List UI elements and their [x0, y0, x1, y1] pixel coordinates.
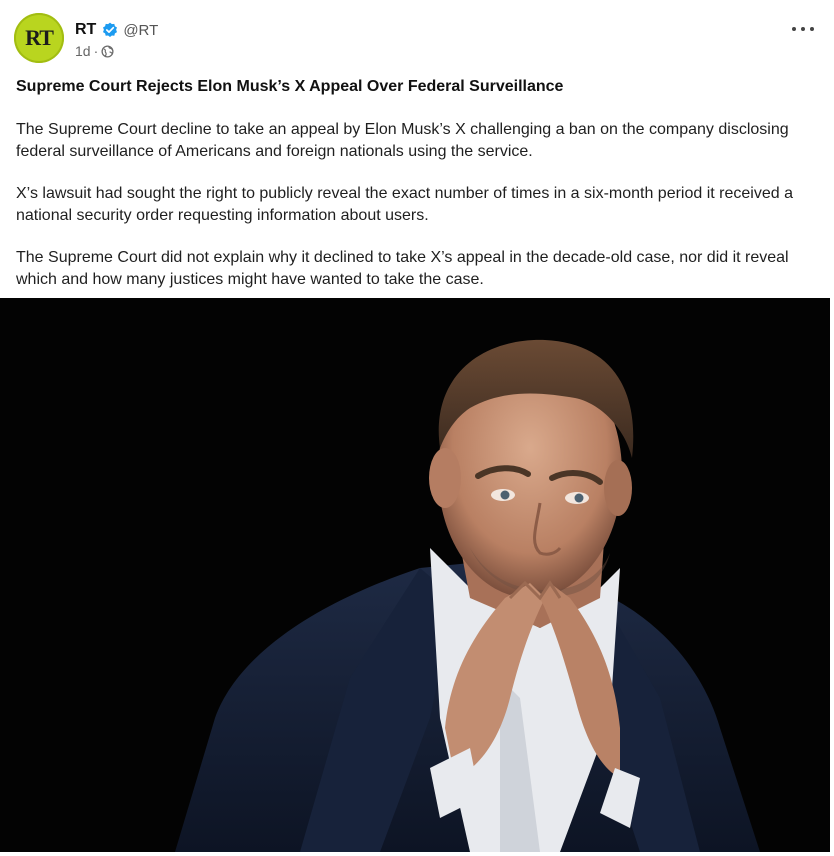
post-meta: 1d · — [75, 43, 114, 59]
post-header: RT RT @RT 1d · — [14, 12, 820, 68]
more-options-icon[interactable] — [792, 22, 814, 36]
post-paragraph: X’s lawsuit had sought the right to publ… — [16, 185, 793, 224]
author-name[interactable]: RT — [75, 21, 96, 39]
portrait-illustration — [0, 298, 830, 852]
post-image[interactable] — [0, 298, 830, 852]
author-handle[interactable]: @RT — [123, 22, 158, 39]
post-card: RT RT @RT 1d · Supreme Court Rejects Elo… — [0, 0, 834, 856]
verified-badge-icon — [103, 22, 118, 37]
avatar[interactable]: RT — [14, 13, 64, 63]
more-dot — [810, 27, 814, 31]
more-dot — [801, 27, 805, 31]
rt-logo: RT — [25, 25, 54, 50]
globe-icon — [101, 44, 114, 58]
post-body: Supreme Court Rejects Elon Musk’s X Appe… — [16, 76, 816, 311]
post-paragraph: The Supreme Court decline to take an app… — [16, 121, 789, 160]
author-line: RT @RT — [75, 20, 158, 40]
post-headline: Supreme Court Rejects Elon Musk’s X Appe… — [16, 78, 564, 95]
more-dot — [792, 27, 796, 31]
post-time[interactable]: 1d — [75, 43, 91, 59]
post-paragraph: The Supreme Court did not explain why it… — [16, 249, 789, 288]
meta-separator: · — [93, 43, 99, 59]
